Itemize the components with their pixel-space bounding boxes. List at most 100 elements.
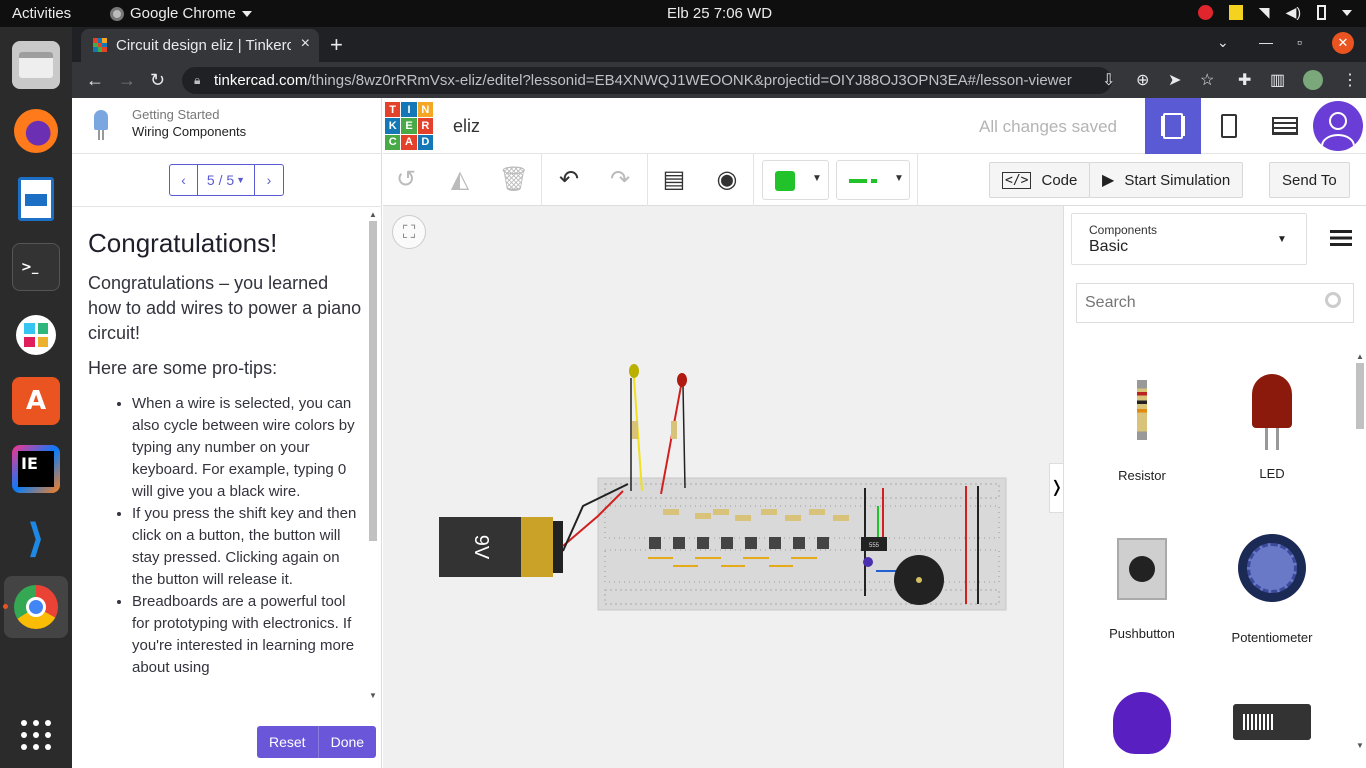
- vscode-icon[interactable]: ⟩: [12, 515, 60, 563]
- component-scrollbar[interactable]: ▲ ▼: [1355, 352, 1365, 766]
- lesson-header: Getting Started Wiring Components: [72, 98, 382, 154]
- close-window-button[interactable]: ✕: [1332, 32, 1354, 54]
- clock[interactable]: Elb 25 7:06 WD: [667, 5, 772, 22]
- rotate-icon[interactable]: ↺: [389, 163, 423, 197]
- tab-search-icon[interactable]: ⌄: [1217, 34, 1229, 51]
- install-app-icon[interactable]: ⇩: [1102, 70, 1115, 90]
- code-button[interactable]: </> Code: [989, 162, 1091, 198]
- scrollbar-thumb[interactable]: [369, 221, 377, 541]
- logo-letter: N: [417, 102, 433, 118]
- forward-icon[interactable]: →: [118, 70, 136, 91]
- software-center-icon[interactable]: A: [12, 377, 60, 425]
- lock-icon: 🔒︎: [194, 73, 201, 87]
- circuit-canvas[interactable]: ⛶ 9V 555 ❭: [383, 206, 1063, 768]
- files-icon[interactable]: [12, 41, 60, 89]
- scrollbar-thumb[interactable]: [1356, 363, 1364, 429]
- led-lesson-icon: [94, 110, 108, 130]
- search-icon[interactable]: [1325, 292, 1341, 308]
- new-tab-button[interactable]: +: [330, 32, 343, 58]
- component-resistor[interactable]: Resistor: [1077, 374, 1207, 483]
- chrome-icon[interactable]: [12, 583, 60, 631]
- send-to-button[interactable]: Send To: [1269, 162, 1350, 198]
- extensions-icon[interactable]: ✚: [1238, 70, 1251, 90]
- tab-title: Circuit design eliz | Tinkerc: [116, 37, 291, 54]
- firefox-icon[interactable]: [12, 107, 60, 155]
- terminal-icon[interactable]: >_: [12, 243, 60, 291]
- component-slideswitch[interactable]: [1207, 704, 1337, 740]
- delete-icon[interactable]: 🗑︎: [497, 163, 531, 197]
- circuit-drawing[interactable]: 9V 555: [383, 206, 1063, 768]
- lesson-content: Congratulations! Congratulations – you l…: [88, 228, 364, 683]
- minimize-button[interactable]: —: [1259, 34, 1273, 50]
- send-to-label: Send To: [1282, 171, 1337, 189]
- component-pushbutton[interactable]: Pushbutton: [1077, 538, 1207, 641]
- app-menu[interactable]: Google Chrome: [110, 5, 252, 22]
- start-simulation-button[interactable]: ▶ Start Simulation: [1089, 162, 1244, 198]
- back-icon[interactable]: ←: [86, 70, 104, 91]
- component-label: LED: [1259, 466, 1285, 481]
- components-dropdown-label: Components: [1089, 223, 1158, 237]
- logo-letter: C: [385, 134, 401, 150]
- redo-icon[interactable]: ↷: [603, 163, 637, 197]
- more-menu-icon[interactable]: ⋮: [1342, 70, 1358, 90]
- reload-icon[interactable]: ↻: [150, 70, 165, 91]
- send-to-devices-icon[interactable]: ➤: [1168, 70, 1181, 90]
- done-button[interactable]: Done: [319, 726, 376, 758]
- led-lesson-legs: [98, 130, 104, 140]
- scroll-down-icon[interactable]: ▼: [368, 691, 378, 700]
- code-icon: </>: [1002, 171, 1032, 189]
- dome-component-icon: [1113, 692, 1171, 754]
- battery-label: 9V: [470, 535, 492, 560]
- component-led[interactable]: LED: [1207, 374, 1337, 481]
- url-input[interactable]: 🔒︎ tinkercad.com/things/8wz0rRRmVsx-eliz…: [182, 67, 1112, 94]
- schematic-icon: [1221, 114, 1237, 138]
- start-simulation-label: Start Simulation: [1124, 171, 1231, 189]
- system-tray[interactable]: ◥ ◀): [1197, 4, 1352, 21]
- list-view-icon[interactable]: [1330, 230, 1352, 246]
- notes-visibility-icon[interactable]: ◉: [710, 163, 744, 197]
- reset-button[interactable]: Reset: [257, 726, 319, 758]
- components-dropdown[interactable]: Components Basic ▼: [1071, 213, 1307, 265]
- wire-color-select[interactable]: ▼: [762, 160, 829, 200]
- activities-button[interactable]: Activities: [12, 5, 71, 22]
- component-list-button[interactable]: [1257, 98, 1313, 154]
- page-select[interactable]: 5 / 5 ▼: [198, 165, 255, 195]
- circuit-view-button[interactable]: [1145, 98, 1201, 154]
- next-page-button[interactable]: ›: [255, 165, 283, 195]
- battery-icon: [1317, 5, 1326, 20]
- profile-avatar[interactable]: [1303, 70, 1323, 90]
- undo-icon[interactable]: ↶: [552, 163, 586, 197]
- intellij-icon[interactable]: IE: [12, 445, 60, 493]
- timer-chip-label: 555: [869, 543, 880, 549]
- scroll-up-icon[interactable]: ▲: [368, 210, 378, 219]
- side-panel-icon[interactable]: ▥: [1270, 70, 1285, 90]
- notes-icon[interactable]: ▤: [657, 163, 691, 197]
- libreoffice-writer-icon[interactable]: [12, 175, 60, 223]
- search-input[interactable]: [1077, 284, 1317, 322]
- tab-strip: Circuit design eliz | Tinkerc × + ⌄ — ▫ …: [72, 27, 1366, 62]
- chevron-down-icon: ▼: [812, 173, 822, 184]
- prev-page-button[interactable]: ‹: [170, 165, 198, 195]
- browser-tab[interactable]: Circuit design eliz | Tinkerc ×: [81, 29, 319, 62]
- piezo-buzzer-center: [916, 577, 922, 583]
- close-tab-icon[interactable]: ×: [301, 35, 310, 53]
- bookmark-star-icon[interactable]: ☆: [1200, 70, 1214, 90]
- zoom-icon[interactable]: ⊕: [1136, 70, 1149, 90]
- scroll-down-icon[interactable]: ▼: [1355, 741, 1365, 750]
- maximize-button[interactable]: ▫: [1297, 34, 1302, 50]
- schematic-view-button[interactable]: [1201, 98, 1257, 154]
- collapse-panel-tab[interactable]: ❭: [1049, 463, 1063, 513]
- wire-type-select[interactable]: ▼: [836, 160, 910, 200]
- tinkercad-logo[interactable]: TINKERCAD: [385, 102, 433, 150]
- component-potentiometer[interactable]: Potentiometer: [1207, 534, 1337, 645]
- scroll-up-icon[interactable]: ▲: [1355, 352, 1365, 361]
- component-photoresistor[interactable]: [1077, 692, 1207, 754]
- user-avatar[interactable]: [1313, 101, 1363, 151]
- flip-icon[interactable]: ◭: [443, 163, 477, 197]
- slack-icon[interactable]: [12, 311, 60, 359]
- project-name[interactable]: eliz: [453, 116, 480, 137]
- show-apps-icon[interactable]: [12, 711, 60, 759]
- search-box[interactable]: [1076, 283, 1354, 323]
- lesson-scrollbar[interactable]: ▲ ▼: [368, 210, 378, 710]
- lesson-name: Wiring Components: [132, 124, 247, 139]
